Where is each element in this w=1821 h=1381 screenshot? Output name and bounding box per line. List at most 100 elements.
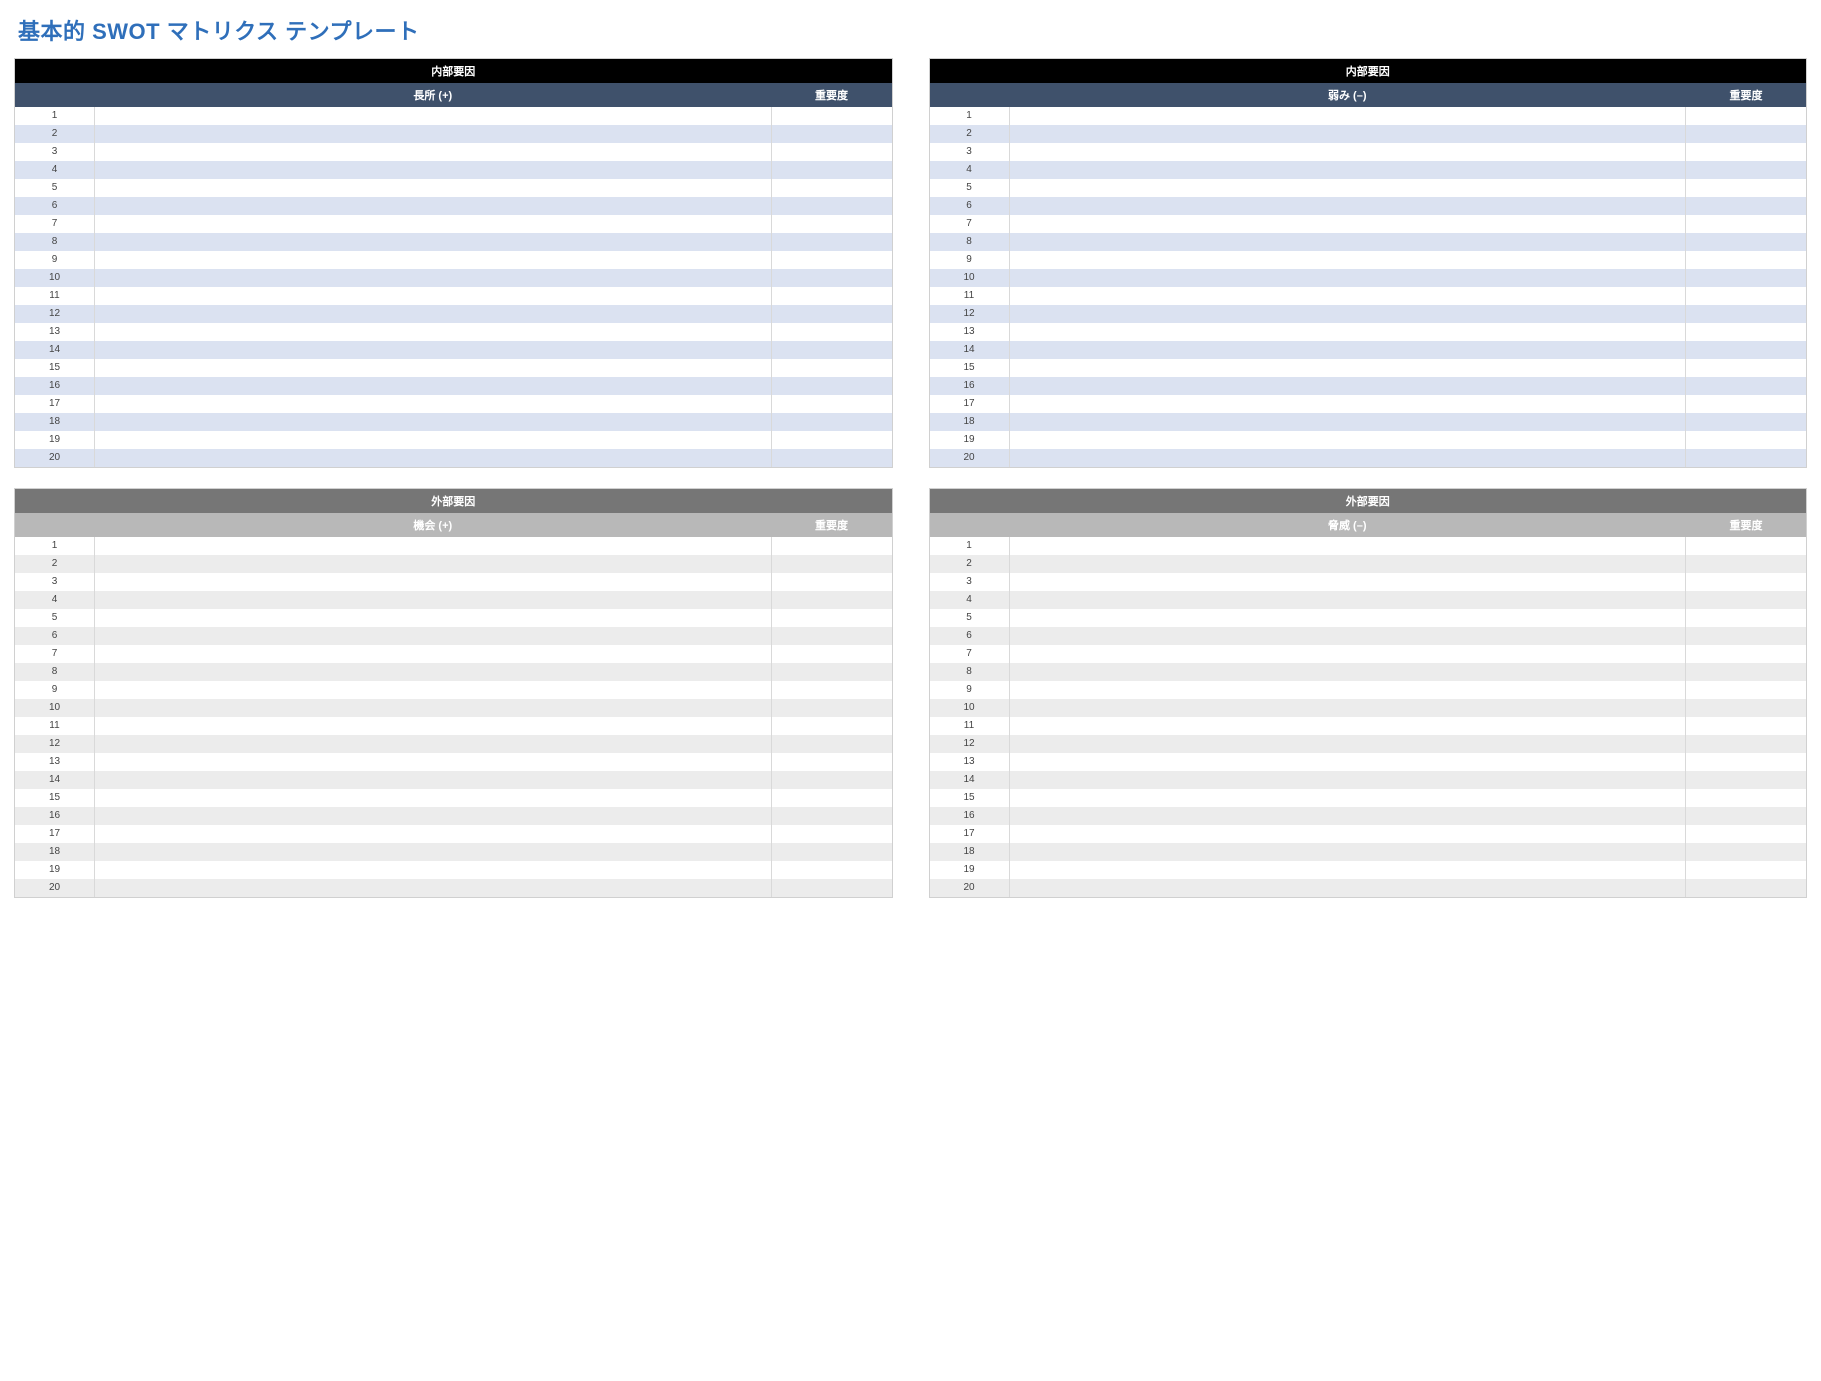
importance-cell[interactable] — [1686, 717, 1806, 735]
description-cell[interactable] — [1010, 609, 1687, 627]
importance-cell[interactable] — [772, 161, 892, 179]
importance-cell[interactable] — [1686, 645, 1806, 663]
description-cell[interactable] — [1010, 341, 1687, 359]
description-cell[interactable] — [95, 359, 772, 377]
description-cell[interactable] — [95, 861, 772, 879]
description-cell[interactable] — [1010, 377, 1687, 395]
importance-cell[interactable] — [1686, 341, 1806, 359]
importance-cell[interactable] — [772, 323, 892, 341]
importance-cell[interactable] — [772, 645, 892, 663]
importance-cell[interactable] — [772, 627, 892, 645]
importance-cell[interactable] — [772, 735, 892, 753]
importance-cell[interactable] — [772, 879, 892, 897]
importance-cell[interactable] — [772, 573, 892, 591]
description-cell[interactable] — [1010, 215, 1687, 233]
description-cell[interactable] — [95, 591, 772, 609]
importance-cell[interactable] — [1686, 807, 1806, 825]
description-cell[interactable] — [95, 107, 772, 125]
description-cell[interactable] — [95, 789, 772, 807]
importance-cell[interactable] — [1686, 431, 1806, 449]
importance-cell[interactable] — [1686, 449, 1806, 467]
description-cell[interactable] — [95, 431, 772, 449]
description-cell[interactable] — [1010, 753, 1687, 771]
description-cell[interactable] — [1010, 591, 1687, 609]
description-cell[interactable] — [95, 269, 772, 287]
description-cell[interactable] — [1010, 681, 1687, 699]
description-cell[interactable] — [1010, 717, 1687, 735]
importance-cell[interactable] — [1686, 753, 1806, 771]
importance-cell[interactable] — [1686, 251, 1806, 269]
importance-cell[interactable] — [1686, 287, 1806, 305]
description-cell[interactable] — [1010, 627, 1687, 645]
importance-cell[interactable] — [772, 125, 892, 143]
description-cell[interactable] — [95, 609, 772, 627]
importance-cell[interactable] — [772, 537, 892, 555]
importance-cell[interactable] — [772, 233, 892, 251]
description-cell[interactable] — [95, 251, 772, 269]
importance-cell[interactable] — [772, 305, 892, 323]
importance-cell[interactable] — [1686, 215, 1806, 233]
description-cell[interactable] — [95, 215, 772, 233]
description-cell[interactable] — [1010, 269, 1687, 287]
description-cell[interactable] — [95, 645, 772, 663]
description-cell[interactable] — [95, 825, 772, 843]
importance-cell[interactable] — [1686, 413, 1806, 431]
importance-cell[interactable] — [1686, 197, 1806, 215]
importance-cell[interactable] — [772, 377, 892, 395]
importance-cell[interactable] — [772, 287, 892, 305]
description-cell[interactable] — [1010, 879, 1687, 897]
description-cell[interactable] — [95, 735, 772, 753]
description-cell[interactable] — [1010, 789, 1687, 807]
description-cell[interactable] — [95, 377, 772, 395]
description-cell[interactable] — [1010, 305, 1687, 323]
importance-cell[interactable] — [772, 197, 892, 215]
importance-cell[interactable] — [772, 699, 892, 717]
description-cell[interactable] — [95, 197, 772, 215]
importance-cell[interactable] — [772, 753, 892, 771]
importance-cell[interactable] — [1686, 107, 1806, 125]
importance-cell[interactable] — [1686, 663, 1806, 681]
description-cell[interactable] — [1010, 179, 1687, 197]
description-cell[interactable] — [95, 717, 772, 735]
description-cell[interactable] — [95, 233, 772, 251]
description-cell[interactable] — [1010, 537, 1687, 555]
importance-cell[interactable] — [1686, 789, 1806, 807]
description-cell[interactable] — [95, 699, 772, 717]
importance-cell[interactable] — [1686, 825, 1806, 843]
description-cell[interactable] — [1010, 413, 1687, 431]
description-cell[interactable] — [1010, 395, 1687, 413]
importance-cell[interactable] — [1686, 179, 1806, 197]
importance-cell[interactable] — [772, 251, 892, 269]
importance-cell[interactable] — [1686, 323, 1806, 341]
importance-cell[interactable] — [1686, 555, 1806, 573]
description-cell[interactable] — [1010, 233, 1687, 251]
importance-cell[interactable] — [772, 341, 892, 359]
description-cell[interactable] — [95, 627, 772, 645]
importance-cell[interactable] — [1686, 699, 1806, 717]
importance-cell[interactable] — [772, 861, 892, 879]
importance-cell[interactable] — [772, 591, 892, 609]
description-cell[interactable] — [95, 555, 772, 573]
description-cell[interactable] — [95, 395, 772, 413]
description-cell[interactable] — [1010, 287, 1687, 305]
importance-cell[interactable] — [1686, 359, 1806, 377]
description-cell[interactable] — [95, 879, 772, 897]
importance-cell[interactable] — [1686, 377, 1806, 395]
importance-cell[interactable] — [772, 825, 892, 843]
description-cell[interactable] — [1010, 645, 1687, 663]
description-cell[interactable] — [95, 161, 772, 179]
description-cell[interactable] — [95, 449, 772, 467]
importance-cell[interactable] — [1686, 771, 1806, 789]
description-cell[interactable] — [95, 843, 772, 861]
importance-cell[interactable] — [772, 179, 892, 197]
description-cell[interactable] — [1010, 555, 1687, 573]
description-cell[interactable] — [1010, 359, 1687, 377]
importance-cell[interactable] — [772, 215, 892, 233]
importance-cell[interactable] — [1686, 305, 1806, 323]
importance-cell[interactable] — [1686, 233, 1806, 251]
description-cell[interactable] — [1010, 107, 1687, 125]
description-cell[interactable] — [95, 807, 772, 825]
importance-cell[interactable] — [772, 107, 892, 125]
importance-cell[interactable] — [772, 395, 892, 413]
description-cell[interactable] — [1010, 861, 1687, 879]
